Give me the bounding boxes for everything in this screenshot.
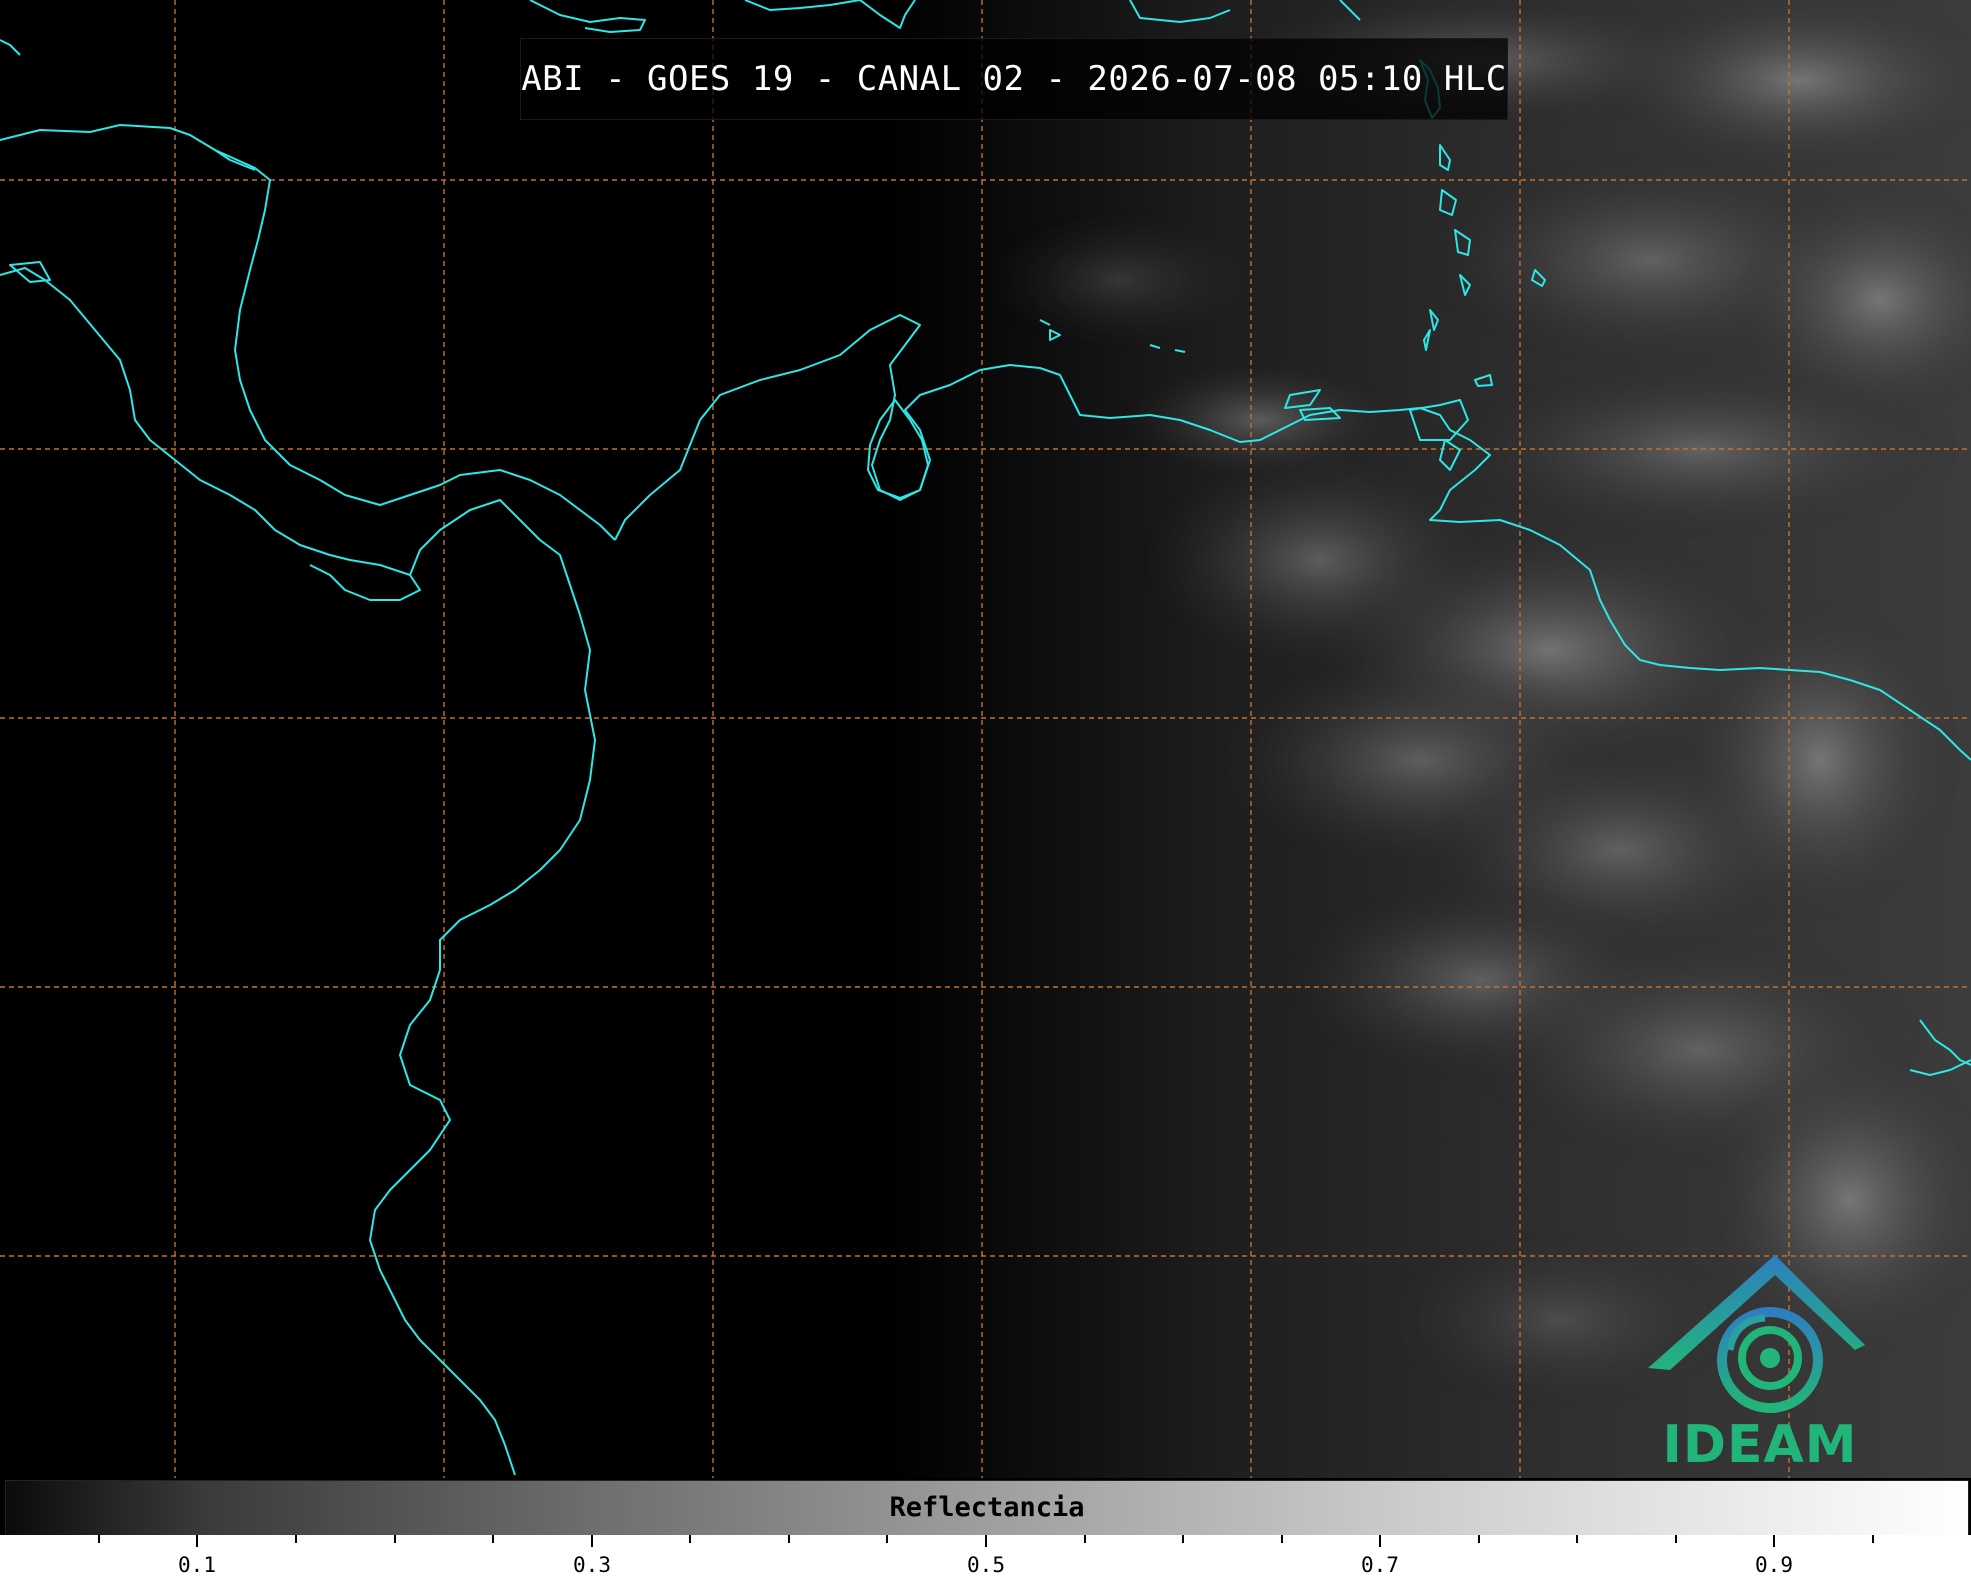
colorbar-tick-label: 0.7 bbox=[1361, 1553, 1399, 1577]
ideam-logo-icon bbox=[1648, 1255, 1865, 1413]
colorbar-ticks bbox=[98, 1535, 1874, 1547]
colorbar-axis: 0.1 0.3 0.5 0.7 0.9 bbox=[0, 1535, 1971, 1577]
colorbar-tick-label: 0.9 bbox=[1755, 1553, 1793, 1577]
colorbar-tick-label: 0.1 bbox=[178, 1553, 216, 1577]
ideam-logo-text: IDEAM bbox=[1662, 1415, 1858, 1475]
colorbar-tick-label: 0.3 bbox=[573, 1553, 611, 1577]
ideam-logo: IDEAM bbox=[1640, 1250, 1880, 1475]
colorbar: Reflectancia bbox=[5, 1480, 1969, 1536]
colorbar-title: Reflectancia bbox=[889, 1492, 1085, 1523]
satellite-image: ABI - GOES 19 - CANAL 02 - 2026-07-08 05… bbox=[0, 0, 1971, 1478]
colorbar-tick-label: 0.5 bbox=[967, 1553, 1005, 1577]
map-title: ABI - GOES 19 - CANAL 02 - 2026-07-08 05… bbox=[520, 38, 1508, 120]
